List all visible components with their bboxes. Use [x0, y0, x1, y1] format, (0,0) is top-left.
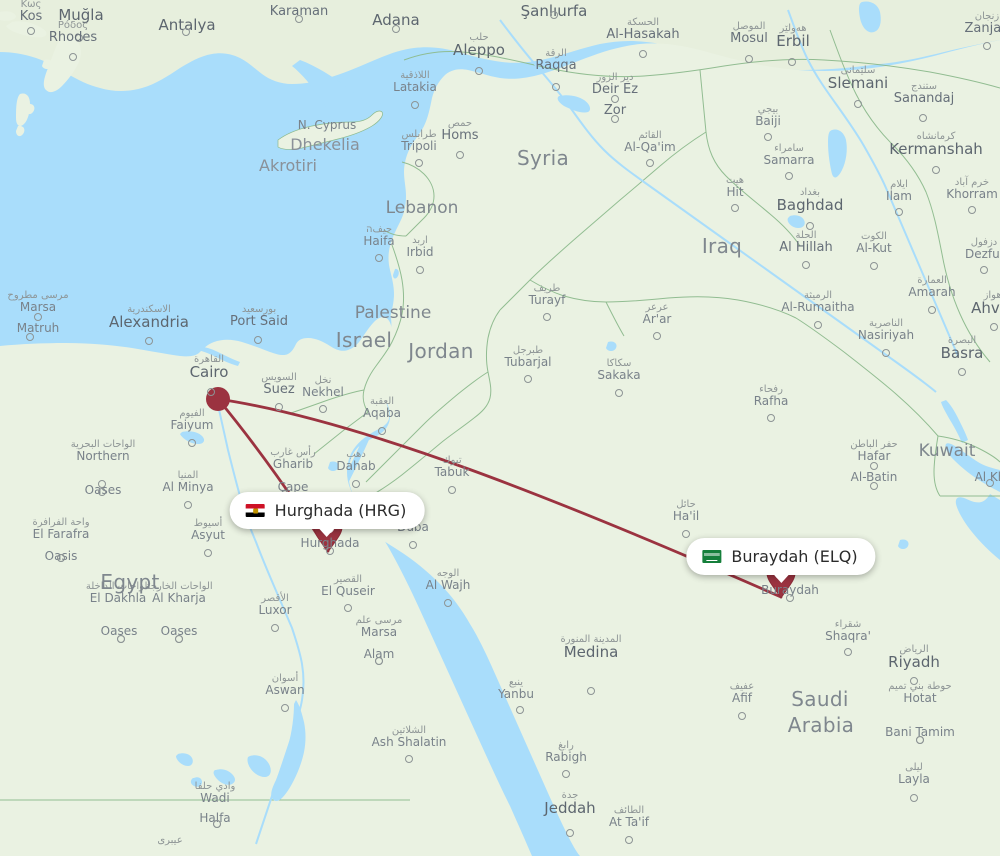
map-city-dot	[653, 332, 661, 340]
map-city-dot	[456, 151, 464, 159]
map-city-dot	[352, 480, 360, 488]
map-city-dot	[814, 321, 822, 329]
map-city-dot	[524, 375, 532, 383]
map-city-dot	[475, 67, 483, 75]
map-city-dot	[184, 501, 192, 509]
map-city-dot	[117, 635, 125, 643]
map-city-dot	[34, 313, 42, 321]
map-city-dot	[415, 159, 423, 167]
map-city-dot	[806, 222, 814, 230]
airport-tooltip-label: Buraydah (ELQ)	[731, 547, 858, 566]
map-city-dot	[175, 635, 183, 643]
map-city-dot	[405, 755, 413, 763]
map-city-dot	[562, 770, 570, 778]
tooltip-tail	[318, 527, 336, 537]
map-city-dot	[188, 439, 196, 447]
map-city-dot	[870, 262, 878, 270]
map-city-dot	[552, 83, 560, 91]
map-city-dot	[27, 27, 35, 35]
map-city-dot	[344, 604, 352, 612]
map-city-dot	[448, 486, 456, 494]
map-canvas	[0, 0, 1000, 856]
airport-tooltip-buraydah[interactable]: Buraydah (ELQ)	[686, 538, 876, 583]
tooltip-tail	[771, 573, 790, 583]
map-city-dot	[275, 403, 283, 411]
map-city-dot	[738, 712, 746, 720]
map-city-dot	[375, 657, 383, 665]
airport-tooltip-label: Hurghada (HRG)	[274, 501, 407, 520]
flight-route-map[interactable]: Muğla Κως Kos Ρόδος Rhodes Antalya Adana Karama…	[0, 0, 1000, 856]
map-city-dot	[378, 427, 386, 435]
map-city-dot	[69, 53, 77, 61]
map-city-dot	[916, 736, 924, 744]
map-city-dot	[213, 820, 221, 828]
map-city-dot	[854, 100, 862, 108]
map-city-dot	[295, 15, 303, 23]
map-city-dot	[566, 829, 574, 837]
map-city-dot	[986, 479, 994, 487]
map-city-dot	[928, 306, 936, 314]
map-city-dot	[182, 28, 190, 36]
map-city-dot	[392, 25, 400, 33]
map-city-dot	[932, 166, 940, 174]
map-city-dot	[416, 266, 424, 274]
map-city-dot	[411, 101, 419, 109]
map-city-dot	[745, 55, 753, 63]
map-city-dot	[98, 480, 106, 488]
map-city-dot	[207, 388, 215, 396]
map-city-dot	[731, 204, 739, 212]
map-city-dot	[980, 266, 988, 274]
saudi-arabia-flag-icon	[702, 550, 722, 563]
map-city-dot	[587, 687, 595, 695]
map-city-dot	[611, 95, 619, 103]
map-city-dot	[882, 349, 890, 357]
map-city-dot	[254, 336, 262, 344]
map-city-dot	[786, 594, 794, 602]
egypt-flag-icon	[245, 504, 265, 517]
map-city-dot	[271, 624, 279, 632]
map-city-dot	[870, 482, 878, 490]
map-city-dot	[543, 313, 551, 321]
map-city-dot	[788, 58, 796, 66]
map-city-dot	[844, 648, 852, 656]
map-city-dot	[958, 368, 966, 376]
map-city-dot	[910, 794, 918, 802]
map-city-dot	[611, 115, 619, 123]
map-city-dot	[646, 159, 654, 167]
map-city-dot	[319, 405, 327, 413]
map-city-dot	[75, 34, 83, 42]
map-city-dot	[615, 389, 623, 397]
map-city-dot	[767, 414, 775, 422]
map-city-dot	[764, 133, 772, 141]
map-city-dot	[870, 462, 878, 470]
map-city-dot	[98, 488, 106, 496]
map-city-dot	[625, 836, 633, 844]
map-city-dot	[968, 206, 976, 214]
map-city-dot	[802, 261, 810, 269]
map-city-dot	[375, 254, 383, 262]
map-city-dot	[145, 337, 153, 345]
map-city-dot	[919, 114, 927, 122]
map-city-dot	[26, 333, 34, 341]
map-city-dot	[57, 554, 65, 562]
map-city-dot	[444, 599, 452, 607]
airport-tooltip-hurghada[interactable]: Hurghada (HRG)	[229, 492, 425, 537]
map-city-dot	[983, 42, 991, 50]
map-city-dot	[281, 704, 289, 712]
map-city-dot	[409, 541, 417, 549]
map-city-dot	[550, 11, 558, 19]
map-city-dot	[516, 706, 524, 714]
map-city-dot	[326, 547, 334, 555]
map-city-dot	[785, 172, 793, 180]
map-city-dot	[204, 549, 212, 557]
map-city-dot	[682, 530, 690, 538]
map-city-dot	[990, 323, 998, 331]
map-city-dot	[639, 50, 647, 58]
map-city-dot	[910, 677, 918, 685]
map-city-dot	[895, 208, 903, 216]
